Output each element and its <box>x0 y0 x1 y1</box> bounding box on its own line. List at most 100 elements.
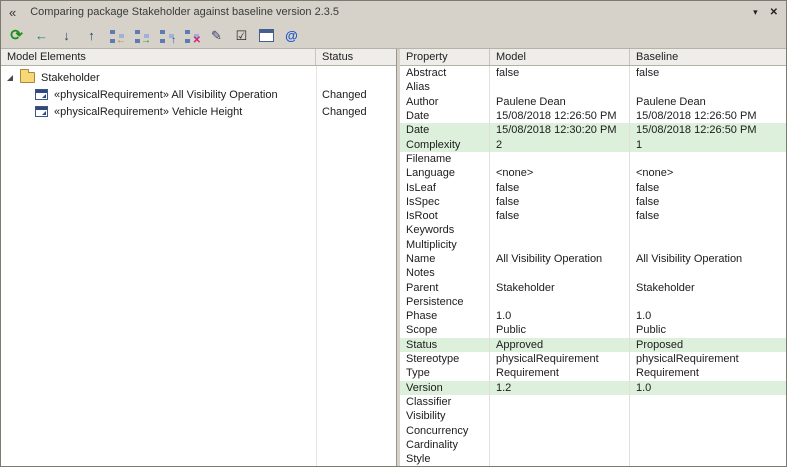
model-cell <box>490 266 630 280</box>
model-cell: Stakeholder <box>490 280 630 294</box>
property-cell: Filename <box>400 152 490 166</box>
property-row[interactable]: Notes <box>400 266 786 280</box>
model-cell <box>490 80 630 94</box>
property-row[interactable]: Cardinality <box>400 438 786 452</box>
baseline-cell: false <box>630 195 786 209</box>
baseline-cell: 1.0 <box>630 381 786 395</box>
property-cell: Name <box>400 252 490 266</box>
property-cell: Classifier <box>400 395 490 409</box>
property-row[interactable]: IsLeaffalsefalse <box>400 180 786 194</box>
property-cell: Abstract <box>400 66 490 80</box>
property-row[interactable]: Filename <box>400 152 786 166</box>
column-header-status[interactable]: Status <box>316 49 396 65</box>
property-cell: IsSpec <box>400 195 490 209</box>
property-row[interactable]: Date15/08/2018 12:26:50 PM15/08/2018 12:… <box>400 109 786 123</box>
baseline-cell <box>630 395 786 409</box>
property-row[interactable]: AuthorPaulene DeanPaulene Dean <box>400 95 786 109</box>
property-row[interactable]: Date15/08/2018 12:30:20 PM15/08/2018 12:… <box>400 123 786 137</box>
refresh-icon[interactable]: ⟳ <box>5 25 28 47</box>
property-row[interactable]: Visibility <box>400 409 786 423</box>
property-row[interactable]: Alias <box>400 80 786 94</box>
tree-item[interactable]: «physicalRequirement» Vehicle HeightChan… <box>1 103 396 120</box>
collapse-panel-icon[interactable]: « <box>9 6 16 19</box>
baseline-cell <box>630 152 786 166</box>
property-cell: Visibility <box>400 409 490 423</box>
column-header-model[interactable]: Model <box>490 49 630 65</box>
expand-toggle-icon[interactable] <box>7 75 13 81</box>
property-cell: IsRoot <box>400 209 490 223</box>
model-cell <box>490 223 630 237</box>
merge-options-icon[interactable]: ☑ <box>230 25 253 47</box>
property-cell: Language <box>400 166 490 180</box>
window-menu-icon[interactable]: ▾ <box>753 7 758 18</box>
model-cell <box>490 423 630 437</box>
baseline-cell: Stakeholder <box>630 280 786 294</box>
property-row[interactable]: IsRootfalsefalse <box>400 209 786 223</box>
model-tree: Stakeholder «physicalRequirement» All Vi… <box>1 66 396 466</box>
property-row[interactable]: Persistence <box>400 295 786 309</box>
property-row[interactable]: StatusApprovedProposed <box>400 338 786 352</box>
property-row[interactable]: Phase1.01.0 <box>400 309 786 323</box>
property-cell: Date <box>400 109 490 123</box>
property-row[interactable]: ScopePublicPublic <box>400 323 786 337</box>
titlebar: « Comparing package Stakeholder against … <box>1 1 786 23</box>
property-row[interactable]: Concurrency <box>400 423 786 437</box>
property-row[interactable]: Language<none><none> <box>400 166 786 180</box>
property-cell: Keywords <box>400 223 490 237</box>
property-row[interactable]: Version1.21.0 <box>400 381 786 395</box>
status-cell: Changed <box>316 106 396 118</box>
remove-from-model-icon[interactable] <box>180 25 203 47</box>
property-row[interactable]: ParentStakeholderStakeholder <box>400 280 786 294</box>
column-header-property[interactable]: Property <box>400 49 490 65</box>
model-cell: Paulene Dean <box>490 95 630 109</box>
merge-from-baseline-icon[interactable] <box>130 25 153 47</box>
previous-difference-icon[interactable]: ↑ <box>80 25 103 47</box>
tree-item-stakeholder[interactable]: Stakeholder <box>1 69 396 86</box>
baseline-cell: false <box>630 180 786 194</box>
content-area: Model Elements Status Stakeholder «physi… <box>1 49 786 466</box>
model-cell: Approved <box>490 338 630 352</box>
property-row[interactable]: Style <box>400 452 786 466</box>
merge-icon[interactable]: ← <box>30 25 53 47</box>
model-cell: 1.0 <box>490 309 630 323</box>
model-elements-panel: Model Elements Status Stakeholder «physi… <box>1 49 397 466</box>
tree-item-label: «physicalRequirement» All Visibility Ope… <box>54 89 316 101</box>
column-header-model-elements[interactable]: Model Elements <box>1 49 316 65</box>
baseline-cell <box>630 452 786 466</box>
property-row[interactable]: Classifier <box>400 395 786 409</box>
tree-item[interactable]: «physicalRequirement» All Visibility Ope… <box>1 86 396 103</box>
baseline-cell: <none> <box>630 166 786 180</box>
folder-icon <box>20 72 35 83</box>
model-cell: false <box>490 195 630 209</box>
left-panel-header: Model Elements Status <box>1 49 396 66</box>
property-row[interactable]: StereotypephysicalRequirementphysicalReq… <box>400 352 786 366</box>
property-cell: Scope <box>400 323 490 337</box>
close-icon[interactable]: ✕ <box>770 7 778 18</box>
merge-to-model-icon[interactable] <box>105 25 128 47</box>
property-row[interactable]: Keywords <box>400 223 786 237</box>
edit-icon[interactable]: ✎ <box>205 25 228 47</box>
column-header-baseline[interactable]: Baseline <box>630 49 786 65</box>
baseline-cell <box>630 409 786 423</box>
property-cell: Stereotype <box>400 352 490 366</box>
property-row[interactable]: TypeRequirementRequirement <box>400 366 786 380</box>
baseline-cell <box>630 423 786 437</box>
property-row[interactable]: Abstractfalsefalse <box>400 66 786 80</box>
properties-panel: Property Model Baseline Abstractfalsefal… <box>400 49 786 466</box>
property-row[interactable]: NameAll Visibility OperationAll Visibili… <box>400 252 786 266</box>
revert-to-baseline-icon[interactable] <box>155 25 178 47</box>
next-difference-icon[interactable]: ↓ <box>55 25 78 47</box>
model-cell: All Visibility Operation <box>490 252 630 266</box>
baseline-cell: 1.0 <box>630 309 786 323</box>
property-row[interactable]: Complexity21 <box>400 137 786 151</box>
view-log-icon[interactable] <box>255 25 278 47</box>
help-icon[interactable]: @ <box>280 25 303 47</box>
property-row[interactable]: Multiplicity <box>400 238 786 252</box>
property-table: AbstractfalsefalseAliasAuthorPaulene Dea… <box>400 66 786 466</box>
baseline-cell <box>630 238 786 252</box>
property-cell: Date <box>400 123 490 137</box>
property-row[interactable]: IsSpecfalsefalse <box>400 195 786 209</box>
window-title: Comparing package Stakeholder against ba… <box>30 6 753 18</box>
property-cell: Notes <box>400 266 490 280</box>
status-cell: Changed <box>316 89 396 101</box>
